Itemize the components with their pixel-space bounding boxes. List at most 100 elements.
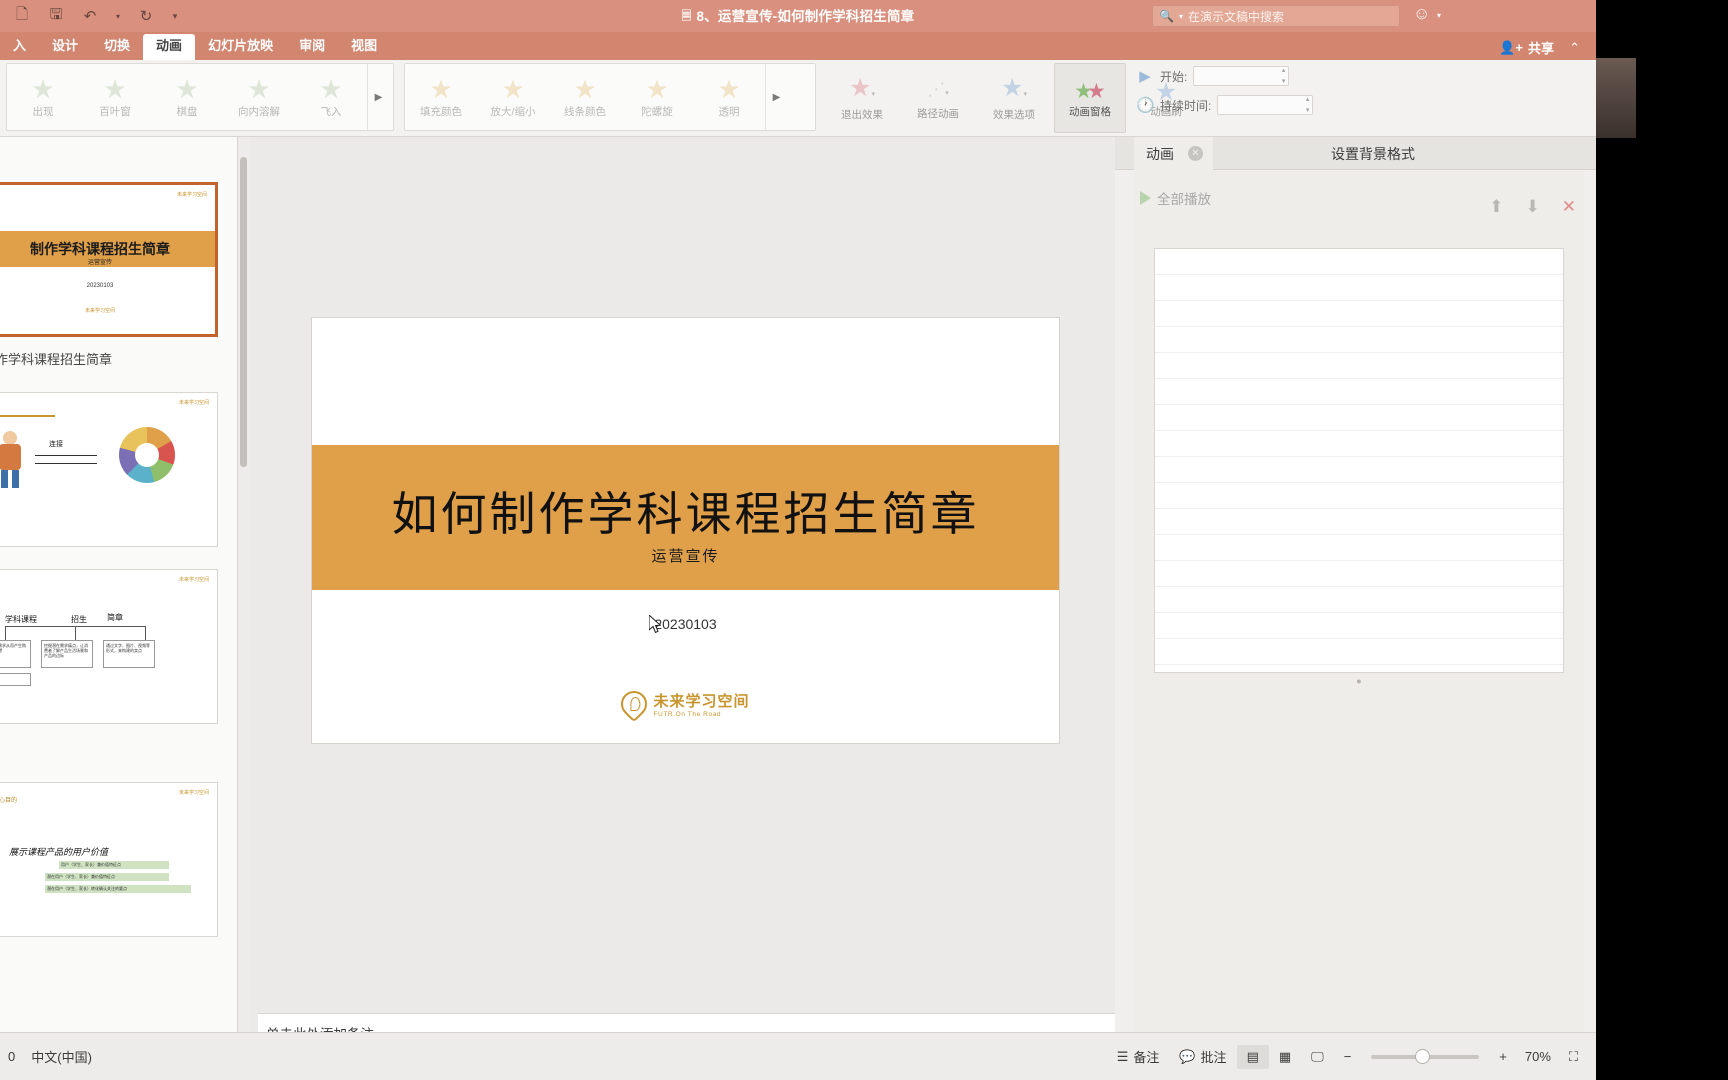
list-item[interactable] [1155,535,1563,561]
pane-tab-background[interactable]: 设置背景格式 [1315,137,1431,170]
slide-thumbnail-pane[interactable]: 未来学习空间 制作学科课程招生简章 运营宣传 20230103 未来学习空间 制… [0,137,238,1032]
zoom-slider[interactable] [1371,1048,1480,1064]
list-item[interactable] [1155,275,1563,301]
effect-item-1[interactable]: ★ 百叶窗 [79,64,151,130]
chevron-right-icon[interactable]: ▶ [367,64,389,130]
thumbnail-slide-1[interactable]: 未来学习空间 制作学科课程招生简章 运营宣传 20230103 未来学习空间 [0,182,218,337]
list-item[interactable] [1155,639,1563,665]
zoom-out-button[interactable]: − [1334,1045,1362,1068]
ribbon-tab-bar: 入 设计 切换 动画 幻灯片放映 审阅 视图 👤+ 共享 ⌃ [0,32,1596,60]
normal-view-button[interactable]: ▤ [1236,1044,1269,1069]
thumbnail-scrollbar[interactable] [238,137,249,1032]
emphasis-gallery[interactable]: ★ 填充颜色 ★ 放大/缩小 ★ 线条颜色 ★ 陀螺旋 ★ 透明 ▶ [404,63,816,131]
thumbnail-1-caption: 制作学科课程招生简章 [0,352,113,367]
smiley-caret-icon[interactable]: ▾ [1437,11,1441,20]
comments-button[interactable]: 💬 批注 [1169,1043,1236,1070]
list-item[interactable] [1155,301,1563,327]
effect-item-4[interactable]: ★ 飞入 [295,64,367,130]
thumbnail-slide-4[interactable]: 未来学习空间 核心目的 展示课程产品的用户价值 用户（学生、家长）兼价值特征点 … [0,782,218,937]
effect-item-3[interactable]: ★ 向内溶解 [223,64,295,130]
entrance-star-icon: ★ [319,73,343,104]
list-item[interactable] [1155,353,1563,379]
list-item[interactable] [1155,561,1563,587]
slide-editing-canvas[interactable]: 如何制作学科课程招生简章 运营宣传 20230103 未来学习空间 FUTR.O… [249,137,1115,1032]
tab-transitions[interactable]: 切换 [91,34,143,60]
animation-pane-button[interactable]: ★★ 动画窗格 [1054,63,1126,133]
status-right: ☰ 备注 💬 批注 ▤ ▦ 🖵 − + 70% ⛶ [1107,1043,1588,1070]
list-item[interactable] [1155,457,1563,483]
exit-effect-button[interactable]: ★▾ 退出效果 [826,63,898,133]
list-item[interactable] [1155,509,1563,535]
slide-title[interactable]: 如何制作学科课程招生简章 [312,478,1059,544]
effect-item-2[interactable]: ★ 棋盘 [151,64,223,130]
delete-icon[interactable]: ✕ [1562,197,1576,217]
animation-pane: 动画 ✕ 设置背景格式 全部播放 ⬆ ⬇ ✕ ● [1115,137,1596,1032]
slide-date[interactable]: 20230103 [312,616,1059,632]
timing-group: ▶ 开始: 🕐 持续时间: [1136,65,1356,124]
zoom-level[interactable]: 70% [1517,1049,1559,1064]
play-all-button[interactable]: 全部播放 [1140,188,1211,208]
chevron-up-icon[interactable]: ⌃ [1569,40,1580,56]
thumb-line [145,626,146,640]
start-select[interactable] [1193,65,1290,87]
zoom-in-button[interactable]: + [1489,1045,1517,1068]
effect-item-9[interactable]: ★ 透明 [693,64,765,130]
comments-button-label: 批注 [1200,1050,1227,1065]
thumbnail-slide-3[interactable]: 未来学习空间 学科课程 招生 简章 了解需求从而产生购买欲望 挖掘潜在需求痛点，… [0,569,218,724]
animation-list[interactable]: ● [1154,248,1564,686]
smiley-icon[interactable]: ☺ [1413,4,1430,24]
effect-item-6[interactable]: ★ 放大/缩小 [477,64,549,130]
share-button[interactable]: 👤+ 共享 [1499,38,1554,57]
tab-slideshow[interactable]: 幻灯片放映 [195,34,286,60]
language-label[interactable]: 中文(中国) [31,1047,92,1066]
list-item[interactable] [1155,327,1563,353]
list-item[interactable] [1155,249,1563,275]
search-input[interactable]: 🔍 ▾ 在演示文稿中搜索 [1152,5,1400,27]
zoom-slider-knob[interactable] [1415,1048,1431,1064]
notes-button[interactable]: ☰ 备注 [1107,1043,1170,1070]
effect-item-0[interactable]: ★ 出现 [7,64,79,130]
pane-tab-animation[interactable]: 动画 ✕ [1134,137,1213,170]
duration-input[interactable] [1217,94,1314,116]
list-item[interactable] [1155,483,1563,509]
thumb-connector-label: 连接 [49,441,63,448]
tab-insert[interactable]: 入 [0,34,39,60]
effect-item-8[interactable]: ★ 陀螺旋 [621,64,693,130]
effect-item-5[interactable]: ★ 填充颜色 [405,64,477,130]
thumb-divider [0,415,55,417]
motion-path-button[interactable]: ⋰▾ 路径动画 [902,63,974,133]
effect-item-7[interactable]: ★ 线条颜色 [549,64,621,130]
entrance-star-icon: ★ [31,73,55,104]
thumb-footer-logo: 未来学习空间 [84,308,115,314]
thumbnail-slide-2[interactable]: 未来学习空间 ■ 连接 [0,392,218,547]
list-item[interactable] [1155,431,1563,457]
search-icon: 🔍 [1159,9,1174,23]
document-icon: 🗏 [681,8,692,23]
effect-label: 陀螺旋 [641,105,673,118]
minus-icon: − [1343,1049,1352,1064]
list-item[interactable] [1155,379,1563,405]
list-item[interactable] [1155,405,1563,431]
effect-options-button[interactable]: ★▾ 效果选项 [978,63,1050,133]
list-item[interactable] [1155,613,1563,639]
tab-animations[interactable]: 动画 [143,34,196,60]
thumbnail-scrollbar-thumb[interactable] [240,157,247,467]
move-down-icon[interactable]: ⬇ [1526,197,1540,217]
entrance-star-icon: ★ [175,73,199,104]
reading-view-button[interactable]: 🖵 [1301,1045,1334,1069]
chevron-right-icon[interactable]: ▶ [765,64,787,130]
list-item[interactable] [1155,587,1563,613]
slide-subtitle[interactable]: 运营宣传 [312,545,1059,566]
entrance-gallery[interactable]: ★ 出现 ★ 百叶窗 ★ 棋盘 ★ 向内溶解 ★ 飞入 ▶ [6,63,394,131]
tab-review[interactable]: 审阅 [286,34,338,60]
tab-design[interactable]: 设计 [39,34,91,60]
current-slide[interactable]: 如何制作学科课程招生简章 运营宣传 20230103 未来学习空间 FUTR.O… [312,318,1059,743]
fit-slide-button[interactable]: ⛶ [1559,1045,1588,1069]
move-up-icon[interactable]: ⬆ [1489,197,1503,217]
close-circle-icon[interactable]: ✕ [1188,146,1203,161]
tab-view[interactable]: 视图 [338,34,390,60]
pane-resize-handle[interactable]: ● [1155,676,1563,686]
share-person-icon: 👤+ [1499,39,1523,55]
thumb-box-1: 挖掘潜在需求痛点，让消费者了解产品生活场景和产品的边际 [41,640,93,668]
slide-sorter-button[interactable]: ▦ [1269,1045,1301,1069]
